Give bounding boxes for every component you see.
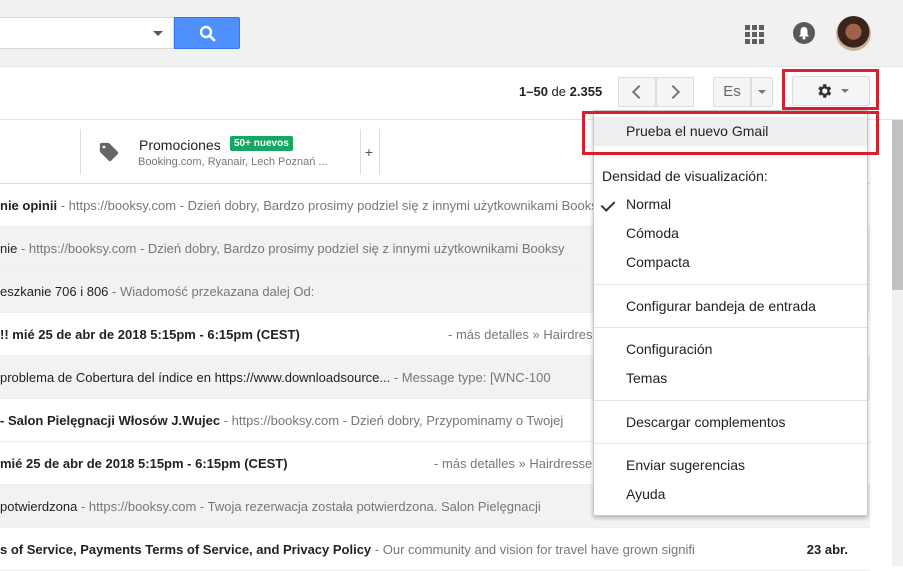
input-tools-dropdown[interactable] <box>751 77 773 107</box>
menu-divider <box>594 284 867 285</box>
newer-page-button[interactable] <box>656 77 694 107</box>
older-page-button[interactable] <box>618 77 656 107</box>
menu-item-settings[interactable]: Configuración <box>594 335 867 364</box>
mail-date: 23 abr. <box>806 542 848 557</box>
search-input[interactable] <box>0 17 174 49</box>
input-tools-button[interactable]: Es <box>713 77 751 107</box>
more-details-link[interactable]: - más detalles » Hairdresser <box>434 456 597 471</box>
scrollbar-thumb[interactable] <box>892 120 903 290</box>
tag-icon <box>99 142 119 162</box>
menu-item-send-feedback[interactable]: Enviar sugerencias <box>594 451 867 480</box>
bell-icon[interactable] <box>793 22 815 44</box>
search-icon <box>199 25 216 42</box>
pager-range: 1–50 de 2.355 <box>519 84 603 99</box>
chevron-down-icon <box>758 90 766 94</box>
search-options-dropdown-icon[interactable] <box>153 31 163 36</box>
settings-menu: Prueba el nuevo Gmail Densidad de visual… <box>593 110 868 516</box>
new-count-badge: 50+ nuevos <box>230 136 293 151</box>
tab-promotions[interactable]: Promociones 50+ nuevos Booking.com, Ryan… <box>80 129 361 175</box>
menu-divider <box>594 327 867 328</box>
highlight-box-try-new <box>582 111 879 155</box>
avatar[interactable] <box>836 16 871 51</box>
chevron-left-icon <box>631 84 647 100</box>
menu-item-density-compact[interactable]: Compacta <box>594 248 867 277</box>
checkmark-icon <box>600 197 616 212</box>
menu-item-help[interactable]: Ayuda <box>594 480 867 509</box>
menu-item-density-comfortable[interactable]: Cómoda <box>594 219 867 248</box>
menu-item-get-addons[interactable]: Descargar complementos <box>594 408 867 437</box>
more-details-link[interactable]: - más detalles » Hairdresser <box>448 327 611 342</box>
menu-item-themes[interactable]: Temas <box>594 364 867 393</box>
highlight-box-settings <box>782 69 879 110</box>
add-tab-button[interactable]: + <box>359 129 380 174</box>
top-header <box>0 0 903 67</box>
mail-row[interactable]: s of Service, Payments Terms of Service,… <box>0 528 870 571</box>
chevron-right-icon <box>665 84 681 100</box>
density-label: Densidad de visualización: <box>602 168 768 184</box>
tab-primary[interactable] <box>0 129 81 174</box>
menu-item-density-normal[interactable]: Normal <box>594 190 867 219</box>
menu-divider <box>594 400 867 401</box>
apps-grid-icon[interactable] <box>745 25 764 44</box>
tab-promotions-senders: Booking.com, Ryanair, Lech Poznań ... <box>138 156 328 168</box>
menu-item-configure-inbox[interactable]: Configurar bandeja de entrada <box>594 292 867 321</box>
menu-divider <box>594 443 867 444</box>
search-button[interactable] <box>174 17 240 49</box>
tab-promotions-label: Promociones <box>139 137 221 153</box>
